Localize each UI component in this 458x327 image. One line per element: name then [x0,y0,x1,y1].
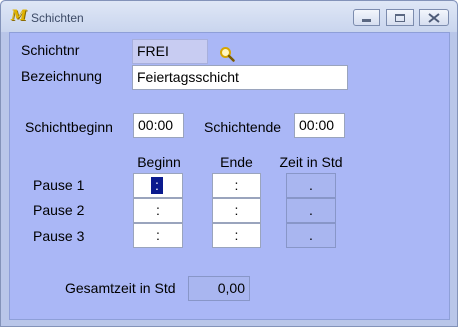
close-button[interactable] [419,9,449,26]
title-bar[interactable]: M Schichten [1,1,457,32]
schichtende-label: Schichtende [204,119,282,135]
pause-3-label: Pause 3 [33,228,85,244]
pause-1-label: Pause 1 [33,177,85,193]
pause-1-zeit-field: . [286,173,336,198]
bezeichnung-label: Bezeichnung [21,68,102,84]
pause-2-beginn-field[interactable]: : [133,198,183,223]
app-logo-icon: M [11,8,27,24]
column-header-ende: Ende [220,154,253,170]
pause-1-ende-field[interactable]: : [212,173,261,198]
close-icon [420,10,448,25]
pause-3-zeit-field: . [286,223,336,248]
maximize-button[interactable] [386,9,414,26]
schichtnr-label: Schichtnr [21,42,80,58]
pause-2-zeit-field: . [286,198,336,223]
column-header-beginn: Beginn [137,154,181,170]
window-title: Schichten [31,11,84,25]
maximize-icon [387,10,413,25]
pause-2-ende-field[interactable]: : [212,198,261,223]
gesamtzeit-label: Gesamtzeit in Std [65,280,176,296]
schichtbeginn-field[interactable]: 00:00 [133,113,184,138]
schichten-window: M Schichten Schichtnr FREI Bezeichnung F… [0,0,458,327]
schichtbeginn-label: Schichtbeginn [25,119,113,135]
search-icon[interactable] [219,46,235,62]
pause-3-ende-field[interactable]: : [212,223,261,248]
minimize-button[interactable] [353,9,380,26]
gesamtzeit-field: 0,00 [188,276,250,301]
pause-2-label: Pause 2 [33,202,85,218]
minimize-icon [354,10,379,25]
schichtnr-field[interactable]: FREI [132,39,208,64]
bezeichnung-field[interactable]: Feiertagsschicht [132,65,348,90]
text-cursor: : [151,177,163,194]
pause-3-beginn-field[interactable]: : [133,223,183,248]
pause-1-beginn-field[interactable]: : [133,173,183,198]
schichtende-field[interactable]: 00:00 [294,113,345,138]
column-header-zeit: Zeit in Std [279,154,343,170]
